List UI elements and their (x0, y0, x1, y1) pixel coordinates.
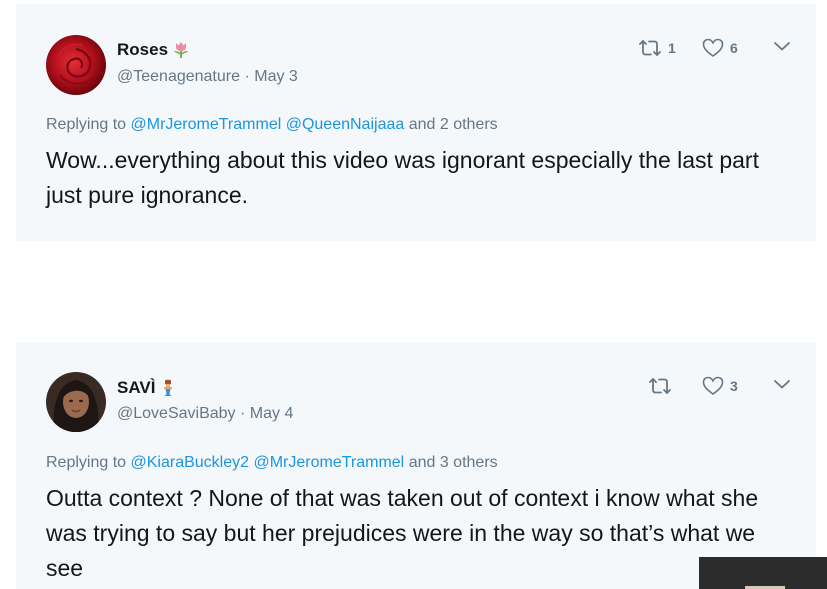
retweet-button[interactable]: 1 (638, 38, 676, 58)
separator: · (244, 68, 250, 85)
video-thumbnail[interactable] (699, 557, 827, 589)
handle-row: @LoveSaviBaby · May 4 (117, 405, 293, 423)
tweet-date[interactable]: May 4 (250, 405, 294, 422)
handle[interactable]: @LoveSaviBaby (117, 405, 236, 422)
tweet-text: Outta context ? None of that was taken o… (46, 485, 759, 581)
replying-others[interactable]: and 3 others (409, 454, 498, 471)
handle[interactable]: @Teenagenature (117, 68, 240, 85)
retweet-button[interactable] (648, 376, 678, 396)
mermaid-emoji (159, 379, 177, 397)
replying-to: Replying to @MrJeromeTrammel @QueenNaija… (46, 116, 498, 134)
retweet-icon (648, 376, 672, 396)
chevron-down-icon (773, 40, 791, 52)
tweet-date[interactable]: May 3 (254, 68, 298, 85)
name-row: SAVÌ (117, 378, 177, 398)
mention-link[interactable]: @KiaraBuckley2 (131, 454, 250, 471)
more-options-button[interactable] (773, 378, 791, 390)
name-row: Roses (117, 40, 190, 60)
like-count: 6 (730, 40, 738, 56)
handle-row: @Teenagenature · May 3 (117, 68, 298, 86)
like-button[interactable]: 3 (702, 376, 738, 396)
display-name[interactable]: Roses (117, 40, 168, 60)
replying-prefix: Replying to (46, 454, 127, 471)
heart-icon (702, 38, 724, 58)
tweet-actions: 1 6 (636, 38, 806, 62)
replying-to: Replying to @KiaraBuckley2 @MrJeromeTram… (46, 454, 498, 472)
tweet-text: Wow...everything about this video was ig… (46, 147, 759, 208)
replying-prefix: Replying to (46, 116, 127, 133)
tweet-actions: 3 (636, 376, 806, 400)
mention-link[interactable]: @MrJeromeTrammel (131, 116, 282, 133)
display-name[interactable]: SAVÌ (117, 378, 155, 398)
more-options-button[interactable] (773, 40, 791, 52)
retweet-count: 1 (668, 40, 676, 56)
mention-link[interactable]: @MrJeromeTrammel (253, 454, 404, 471)
like-count: 3 (730, 378, 738, 394)
retweet-icon (638, 38, 662, 58)
tweet-card[interactable]: Roses @Teenagenature · May 3 1 6 Replyin… (16, 4, 816, 241)
replying-others[interactable]: and 2 others (409, 116, 498, 133)
avatar[interactable] (46, 35, 106, 95)
mention-link[interactable]: @QueenNaijaaa (286, 116, 405, 133)
heart-icon (702, 376, 724, 396)
tweet-card[interactable]: SAVÌ @LoveSaviBaby · May 4 3 Replying to… (16, 342, 816, 589)
separator: · (239, 405, 246, 422)
like-button[interactable]: 6 (702, 38, 738, 58)
avatar[interactable] (46, 372, 106, 432)
chevron-down-icon (773, 378, 791, 390)
tulip-emoji (172, 41, 190, 59)
reply-thread: Roses @Teenagenature · May 3 1 6 Replyin… (0, 0, 827, 589)
